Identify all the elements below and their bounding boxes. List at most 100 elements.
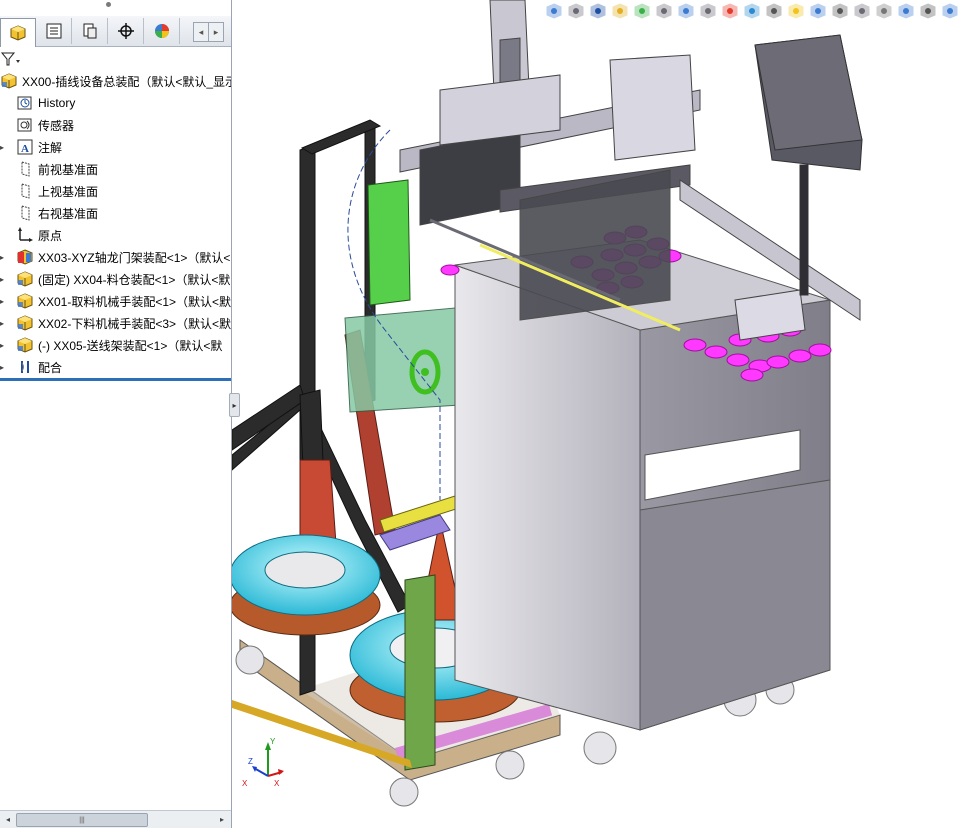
tree-item-label: XX03-XYZ轴龙门架装配<1>（默认< bbox=[38, 250, 231, 265]
scrollbar-thumb[interactable]: ||| bbox=[16, 813, 148, 827]
assembly-icon bbox=[0, 72, 18, 90]
filter-icon bbox=[0, 52, 20, 66]
lights-icon[interactable] bbox=[787, 2, 805, 20]
hide-show-icon[interactable] bbox=[699, 2, 717, 20]
tree-item[interactable]: ▸ (-) XX05-送线架装配<1>（默认<默 bbox=[0, 334, 231, 356]
feature-manager-icon bbox=[10, 25, 26, 41]
pane-collapse-handle[interactable]: ▸ bbox=[229, 393, 240, 417]
tree-item[interactable]: ▸ XX01-取料机械手装配<1>（默认<默 bbox=[0, 290, 231, 312]
tree-item-label: 传感器 bbox=[38, 118, 75, 133]
tree-item-label: 配合 bbox=[38, 360, 63, 375]
tree-item[interactable]: ▸ XX03-XYZ轴龙门架装配<1>（默认< bbox=[0, 246, 231, 268]
coordinate-triad: Y Z X X bbox=[242, 738, 284, 788]
edit-appearance-icon[interactable] bbox=[721, 2, 739, 20]
tree-item-label: (固定) XX04-料仓装配<1>（默认<默 bbox=[38, 272, 231, 287]
shadows-icon[interactable] bbox=[919, 2, 937, 20]
pane-horizontal-scrollbar[interactable]: ◂ ||| ▸ bbox=[0, 810, 231, 828]
scrollbar-grip: ||| bbox=[79, 816, 85, 824]
tree-item-label: 注解 bbox=[38, 140, 63, 155]
dynamic-annotation-icon[interactable] bbox=[633, 2, 651, 20]
tree-item-label: History bbox=[38, 96, 76, 110]
tree-item[interactable]: 右视基准面 bbox=[0, 202, 231, 224]
configuration-manager-icon bbox=[83, 23, 96, 39]
tree-item[interactable]: 传感器 bbox=[0, 114, 231, 136]
tree-panel-splitter[interactable] bbox=[0, 378, 231, 381]
perspective-icon[interactable] bbox=[897, 2, 915, 20]
tab-scroll-left[interactable]: ◂ bbox=[193, 22, 209, 42]
subassembly-warning-icon bbox=[16, 248, 34, 266]
tab-dimxpert[interactable] bbox=[108, 18, 144, 44]
expand-arrow-icon[interactable]: ▸ bbox=[0, 319, 6, 328]
plane-icon bbox=[16, 182, 34, 200]
assembly-model-view[interactable] bbox=[232, 0, 960, 828]
expand-arrow-icon[interactable]: ▸ bbox=[0, 341, 6, 350]
zoom-to-area-icon[interactable] bbox=[567, 2, 585, 20]
tab-scroll-right[interactable]: ▸ bbox=[208, 22, 224, 42]
tab-property-manager[interactable] bbox=[36, 18, 72, 44]
subassembly-icon bbox=[16, 292, 34, 310]
filter-button[interactable] bbox=[0, 49, 28, 69]
scroll-right-arrow-icon[interactable]: ▸ bbox=[216, 813, 228, 825]
display-pane-icon[interactable] bbox=[941, 2, 959, 20]
expand-arrow-icon[interactable]: ▸ bbox=[0, 253, 6, 262]
triad-z-label: Z bbox=[248, 757, 253, 766]
tree-item[interactable]: 上视基准面 bbox=[0, 180, 231, 202]
rotate-icon[interactable] bbox=[809, 2, 827, 20]
tree-item-label: 前视基准面 bbox=[38, 162, 99, 177]
tab-display-manager[interactable] bbox=[144, 18, 180, 44]
previous-view-icon[interactable] bbox=[589, 2, 607, 20]
scroll-left-arrow-icon[interactable]: ◂ bbox=[2, 813, 14, 825]
subassembly-icon bbox=[16, 336, 34, 354]
expand-arrow-icon[interactable]: ▸ bbox=[0, 143, 6, 152]
tree-item-label: 原点 bbox=[38, 228, 63, 243]
tree-item[interactable]: 原点 bbox=[0, 224, 231, 246]
triad-x-label-2: X bbox=[242, 779, 248, 788]
history-icon bbox=[16, 94, 34, 112]
pan-icon[interactable] bbox=[831, 2, 849, 20]
origin-icon bbox=[16, 226, 34, 244]
zoom-to-fit-icon[interactable] bbox=[545, 2, 563, 20]
tree-item-label: (-) XX05-送线架装配<1>（默认<默 bbox=[38, 338, 223, 353]
triad-x-label: X bbox=[274, 779, 280, 788]
tree-item-label: XX02-下料机械手装配<3>（默认<默 bbox=[38, 316, 231, 331]
render-icon[interactable] bbox=[853, 2, 871, 20]
expand-arrow-icon[interactable]: ▸ bbox=[0, 363, 6, 372]
triad-y-label: Y bbox=[270, 738, 276, 746]
manager-tab-bar: ◂ ▸ bbox=[0, 16, 231, 47]
tree-item[interactable]: ▸ (固定) XX04-料仓装配<1>（默认<默 bbox=[0, 268, 231, 290]
tree-item[interactable]: ▸ 配合 bbox=[0, 356, 231, 378]
view-orientation-icon[interactable] bbox=[655, 2, 673, 20]
dimxpert-icon bbox=[117, 23, 134, 39]
camera-icon[interactable] bbox=[875, 2, 893, 20]
tree-item-label: XX00-插线设备总装配（默认<默认_显示 bbox=[22, 74, 231, 89]
svg-text:A: A bbox=[21, 143, 29, 155]
tree-item-label: 上视基准面 bbox=[38, 184, 99, 199]
display-style-icon[interactable] bbox=[677, 2, 695, 20]
apply-scene-icon[interactable] bbox=[743, 2, 761, 20]
tree-item[interactable]: ▸ A 注解 bbox=[0, 136, 231, 158]
heads-up-view-toolbar bbox=[545, 0, 960, 22]
subassembly-icon bbox=[16, 270, 34, 288]
tree-item-label: 右视基准面 bbox=[38, 206, 99, 221]
tab-configuration-manager[interactable] bbox=[72, 18, 108, 44]
tree-item[interactable]: 前视基准面 bbox=[0, 158, 231, 180]
section-view-icon[interactable] bbox=[611, 2, 629, 20]
tree-item[interactable]: ▸ XX02-下料机械手装配<3>（默认<默 bbox=[0, 312, 231, 334]
display-manager-icon bbox=[154, 24, 169, 38]
mates-icon bbox=[16, 358, 34, 376]
graphics-area[interactable]: Y Z X X bbox=[232, 0, 960, 828]
tree-item[interactable]: History bbox=[0, 92, 231, 114]
plane-icon bbox=[16, 160, 34, 178]
tree-item-label: XX01-取料机械手装配<1>（默认<默 bbox=[38, 294, 231, 309]
expand-arrow-icon[interactable]: ▸ bbox=[0, 275, 6, 284]
view-settings-icon[interactable] bbox=[765, 2, 783, 20]
plane-icon bbox=[16, 204, 34, 222]
tab-feature-manager[interactable] bbox=[0, 18, 36, 47]
feature-manager-pane: ◂ ▸ XX00-插线设备总装配（默认<默认_显示 History 传感器 ▸ A 注解前… bbox=[0, 0, 232, 828]
annotation-icon: A bbox=[16, 138, 34, 156]
pane-grip[interactable] bbox=[106, 2, 111, 7]
tree-item[interactable]: XX00-插线设备总装配（默认<默认_显示 bbox=[0, 70, 231, 92]
sensor-icon bbox=[16, 116, 34, 134]
expand-arrow-icon[interactable]: ▸ bbox=[0, 297, 6, 306]
property-manager-icon bbox=[46, 23, 61, 39]
